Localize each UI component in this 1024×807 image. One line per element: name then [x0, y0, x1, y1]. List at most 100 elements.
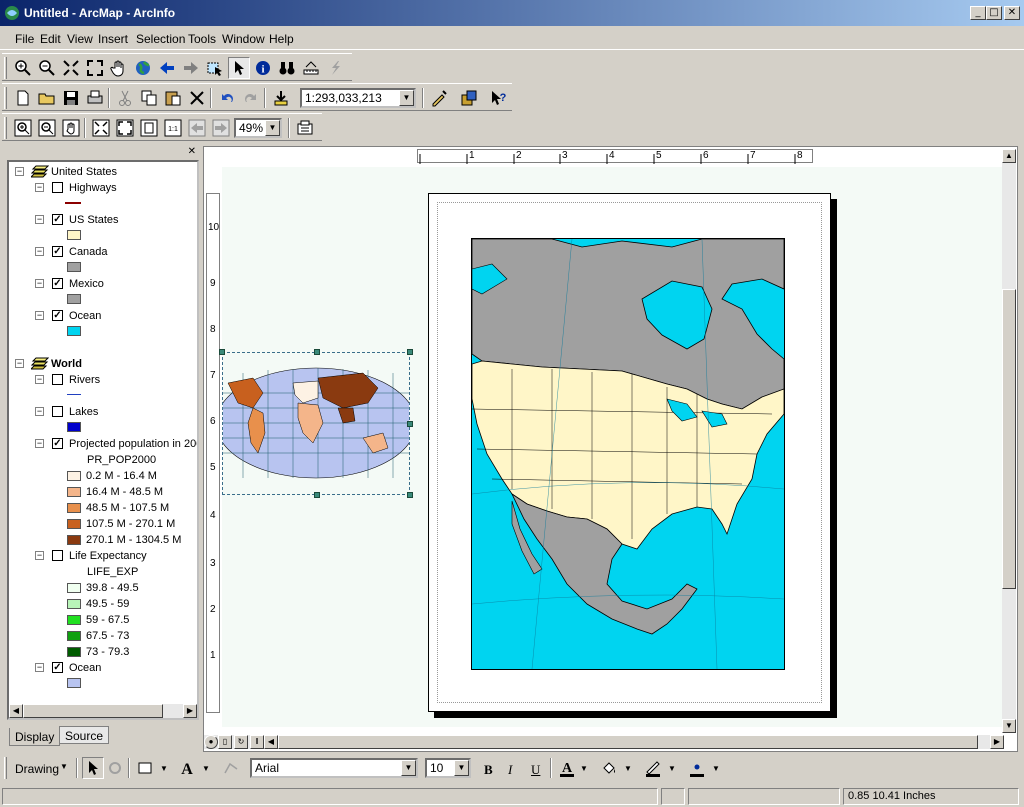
select-features-icon[interactable]	[204, 57, 226, 79]
chevron-down-icon[interactable]: ▼	[160, 764, 168, 773]
zoom-out-page-icon[interactable]	[36, 117, 58, 139]
collapse-us-states-icon[interactable]: −	[35, 215, 44, 224]
toc-titlebar[interactable]: ✕	[7, 146, 198, 158]
close-button[interactable]: ✕	[1004, 6, 1020, 20]
checkbox-highways[interactable]	[52, 182, 63, 193]
collapse-canada-icon[interactable]: −	[35, 247, 44, 256]
checkbox-world-ocean[interactable]: ✓	[52, 662, 63, 673]
chevron-down-icon[interactable]: ▼	[668, 764, 676, 773]
checkbox-canada[interactable]: ✓	[52, 246, 63, 257]
cut-scissors-icon[interactable]	[114, 87, 136, 109]
fill-color-bucket-icon[interactable]	[598, 757, 620, 779]
layer-label-highways[interactable]: Highways	[69, 180, 117, 196]
selection-handle[interactable]	[407, 421, 413, 427]
menu-edit[interactable]: Edit	[40, 32, 61, 46]
identify-info-icon[interactable]: i	[252, 57, 274, 79]
data-view-icon[interactable]: ●	[204, 735, 218, 749]
scroll-thumb[interactable]	[278, 735, 978, 749]
measure-ruler-icon[interactable]	[300, 57, 322, 79]
layout-view[interactable]: 1 2 3 4 5 6 7 8 10 9 8 7 6 5 4 3 2 1 ▲ ▼…	[203, 146, 1018, 752]
zoom-whole-page-icon[interactable]	[138, 117, 160, 139]
layer-label-ocean[interactable]: Ocean	[69, 308, 101, 324]
toolbar-grip[interactable]	[4, 87, 7, 109]
pause-drawing-icon[interactable]: ‖	[250, 735, 264, 749]
menu-tools[interactable]: Tools	[188, 32, 216, 46]
arctoolbox-icon[interactable]	[458, 87, 480, 109]
layout-zoom-combo[interactable]: 49% ▼	[234, 118, 282, 138]
editor-toolbar-icon[interactable]	[428, 87, 450, 109]
menu-help[interactable]: Help	[269, 32, 294, 46]
layer-label-rivers[interactable]: Rivers	[69, 372, 100, 388]
font-size-combo[interactable]: 10 ▼	[425, 758, 471, 778]
italic-button[interactable]: I	[508, 762, 512, 778]
menu-insert[interactable]: Insert	[98, 32, 128, 46]
add-data-icon[interactable]	[270, 87, 292, 109]
whats-this-help-icon[interactable]: ?	[488, 87, 510, 109]
toc-tree[interactable]: − United States − Highways − ✓ US States…	[7, 160, 199, 720]
pan-hand-icon[interactable]	[108, 57, 130, 79]
horizontal-scrollbar[interactable]: ● ▯ ↻ ‖ ◀ ▶	[204, 735, 1004, 749]
scroll-up-icon[interactable]: ▲	[1002, 149, 1016, 163]
layer-label-us-states[interactable]: US States	[69, 212, 119, 228]
toc-close-icon[interactable]: ✕	[188, 146, 196, 157]
layout-canvas[interactable]	[219, 167, 1002, 727]
chevron-down-icon[interactable]: ▼	[624, 764, 632, 773]
menu-selection[interactable]: Selection	[136, 32, 185, 46]
delete-x-icon[interactable]	[186, 87, 208, 109]
menu-view[interactable]: View	[67, 32, 93, 46]
chevron-down-icon[interactable]: ▼	[60, 762, 68, 771]
chevron-down-icon[interactable]: ▼	[401, 760, 416, 776]
fixed-zoom-out-icon[interactable]	[84, 57, 106, 79]
layer-label-lakes[interactable]: Lakes	[69, 404, 98, 420]
collapse-ocean-icon[interactable]: −	[35, 311, 44, 320]
selection-handle[interactable]	[314, 492, 320, 498]
back-arrow-icon[interactable]	[156, 57, 178, 79]
tab-display[interactable]: Display	[9, 728, 61, 746]
chevron-down-icon[interactable]: ▼	[580, 764, 588, 773]
selection-handle[interactable]	[407, 349, 413, 355]
scroll-thumb[interactable]	[23, 704, 163, 718]
scroll-left-icon[interactable]: ◀	[9, 704, 23, 718]
new-text-icon[interactable]: A	[176, 757, 198, 779]
collapse-world-ocean-icon[interactable]: −	[35, 663, 44, 672]
toc-horizontal-scrollbar[interactable]: ◀ ▶	[9, 704, 197, 718]
zoom-in-fixed-page-icon[interactable]	[90, 117, 112, 139]
horizontal-ruler[interactable]: 1 2 3 4 5 6 7 8	[417, 149, 813, 164]
toggle-draft-mode-icon[interactable]	[294, 117, 316, 139]
collapse-highways-icon[interactable]: −	[35, 183, 44, 192]
scroll-left-icon[interactable]: ◀	[264, 735, 278, 749]
maximize-button[interactable]: □	[986, 6, 1002, 20]
hyperlink-lightning-icon[interactable]	[324, 57, 346, 79]
scroll-thumb[interactable]	[1002, 289, 1016, 589]
checkbox-population[interactable]: ✓	[52, 438, 63, 449]
collapse-rivers-icon[interactable]: −	[35, 375, 44, 384]
vertical-scrollbar[interactable]: ▲ ▼	[1002, 149, 1016, 733]
toolbar-grip[interactable]	[4, 57, 7, 79]
zoom-out-fixed-page-icon[interactable]	[114, 117, 136, 139]
layer-label-world-ocean[interactable]: Ocean	[69, 660, 101, 676]
checkbox-us-states[interactable]: ✓	[52, 214, 63, 225]
zoom-out-icon[interactable]	[36, 57, 58, 79]
drawing-menu[interactable]: Drawing	[15, 762, 59, 776]
chevron-down-icon[interactable]: ▼	[712, 764, 720, 773]
layout-page[interactable]	[428, 193, 831, 712]
select-elements-arrow-icon[interactable]	[82, 757, 104, 779]
chevron-down-icon[interactable]: ▼	[202, 764, 210, 773]
line-color-icon[interactable]	[642, 757, 664, 779]
selection-handle[interactable]	[219, 349, 225, 355]
title-bar[interactable]: Untitled - ArcMap - ArcInfo _ □ ✕	[0, 0, 1024, 26]
find-binoculars-icon[interactable]	[276, 57, 298, 79]
scroll-right-icon[interactable]: ▶	[183, 704, 197, 718]
layer-label-canada[interactable]: Canada	[69, 244, 108, 260]
world-data-frame-selected[interactable]	[219, 349, 413, 498]
zoom-in-page-icon[interactable]	[12, 117, 34, 139]
collapse-united-states-icon[interactable]: −	[15, 167, 24, 176]
bold-button[interactable]: B	[484, 762, 493, 778]
new-document-icon[interactable]	[12, 87, 34, 109]
collapse-world-icon[interactable]: −	[15, 359, 24, 368]
full-extent-globe-icon[interactable]	[132, 57, 154, 79]
collapse-mexico-icon[interactable]: −	[35, 279, 44, 288]
forward-arrow-icon[interactable]	[180, 57, 202, 79]
tab-source[interactable]: Source	[59, 726, 110, 744]
chevron-down-icon[interactable]: ▼	[265, 120, 280, 136]
